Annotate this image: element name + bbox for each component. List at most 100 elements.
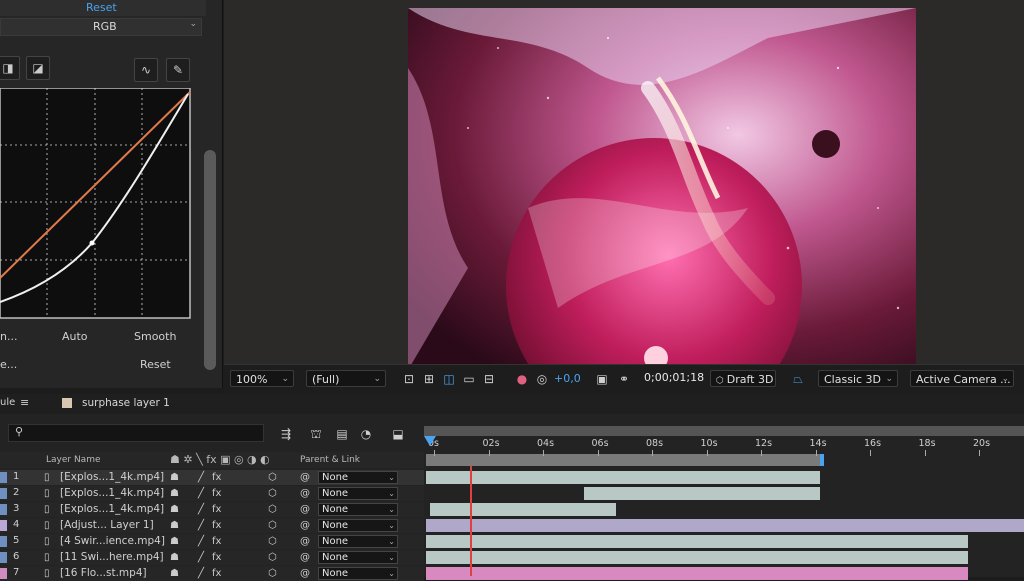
layer-name[interactable]: [Adjust... Layer 1] — [60, 519, 154, 531]
color-channel-icon[interactable]: ● — [514, 371, 530, 387]
pick-whip-icon[interactable]: @ — [300, 568, 310, 579]
parent-link-column-header[interactable]: Parent & Link — [300, 455, 360, 465]
work-area-range[interactable] — [426, 454, 822, 466]
quality-icon[interactable]: ╱ — [198, 488, 204, 499]
pick-whip-icon[interactable]: @ — [300, 472, 310, 483]
mask-visibility-icon[interactable]: ◫ — [441, 371, 457, 387]
layer-label-color[interactable] — [0, 488, 7, 499]
pencil-icon[interactable]: ✎ — [166, 58, 190, 82]
safe-margins-icon[interactable]: ⊟ — [481, 371, 497, 387]
layer-label-color[interactable] — [0, 504, 7, 515]
layer-duration-bar[interactable] — [430, 503, 616, 516]
effects-fx-icon[interactable]: fx — [212, 472, 221, 483]
parent-dropdown[interactable]: None ⌄ — [318, 535, 398, 548]
histogram-icon[interactable]: ◪ — [26, 56, 50, 80]
quality-icon[interactable]: ╱ — [198, 520, 204, 531]
curves-graph[interactable] — [0, 88, 194, 320]
effects-fx-icon[interactable]: fx — [212, 488, 221, 499]
exposure-reset-icon[interactable]: ◎ — [534, 371, 550, 387]
layer-name-column-header[interactable]: Layer Name — [46, 455, 101, 465]
snapshot-camera-icon[interactable]: ▣ — [594, 371, 610, 387]
draft-3d-toggle-icon[interactable]: ⛫ — [308, 426, 324, 442]
layer-row[interactable]: 7 ▯ [16 Flo...st.mp4] ☗ ╱ fx ⬡ @ None ⌄ — [0, 566, 424, 581]
layer-label-color[interactable] — [0, 520, 7, 531]
layer-name[interactable]: [4 Swir...ience.mp4] — [60, 535, 165, 547]
effects-fx-icon[interactable]: fx — [212, 520, 221, 531]
pick-whip-icon[interactable]: @ — [300, 504, 310, 515]
layer-duration-bar[interactable] — [426, 535, 968, 548]
effects-fx-icon[interactable]: fx — [212, 536, 221, 547]
transparency-grid-icon[interactable]: ⊞ — [421, 371, 437, 387]
renderer-button[interactable]: ⬡ Draft 3D — [710, 370, 776, 387]
layer-duration-bar[interactable] — [426, 551, 968, 564]
3d-layer-icon[interactable]: ⬡ — [268, 536, 277, 547]
channel-dropdown[interactable]: RGB ⌄ — [0, 18, 202, 36]
layer-row[interactable]: 5 ▯ [4 Swir...ience.mp4] ☗ ╱ fx ⬡ @ None ⌄ — [0, 534, 424, 549]
quality-icon[interactable]: ╱ — [198, 504, 204, 515]
auto-button[interactable]: Auto — [62, 330, 88, 343]
layer-row[interactable]: 3 ▯ [Explos...1_4k.mp4] ☗ ╱ fx ⬡ @ None ⌄ — [0, 502, 424, 517]
layer-name[interactable]: [Explos...1_4k.mp4] — [60, 471, 164, 483]
layer-row[interactable]: 2 ▯ [Explos...1_4k.mp4] ☗ ╱ fx ⬡ @ None ⌄ — [0, 486, 424, 501]
layer-duration-bar[interactable] — [426, 567, 968, 580]
effects-scrollbar[interactable] — [204, 150, 216, 370]
frame-blending-icon[interactable]: ◔ — [358, 426, 374, 442]
region-of-interest-icon[interactable]: ⊡ — [401, 371, 417, 387]
shy-icon[interactable]: ☗ — [170, 536, 179, 547]
show-snapshot-icon[interactable]: ⚭ — [616, 371, 632, 387]
work-area-bar[interactable] — [424, 426, 1024, 436]
playhead-line[interactable] — [470, 466, 472, 576]
comp-mini-flowchart-icon[interactable]: ⇶ — [278, 426, 294, 442]
quality-icon[interactable]: ╱ — [198, 536, 204, 547]
layer-search-input[interactable]: ⚲ — [8, 424, 264, 442]
curves-reset-link[interactable]: Reset — [86, 1, 117, 14]
quality-icon[interactable]: ╱ — [198, 552, 204, 563]
layer-duration-bar[interactable] — [426, 519, 1024, 532]
3d-layer-icon[interactable]: ⬡ — [268, 568, 277, 579]
composition-frame[interactable] — [408, 8, 916, 370]
3d-layer-icon[interactable]: ⬡ — [268, 552, 277, 563]
quality-icon[interactable]: ╱ — [198, 472, 204, 483]
zoom-dropdown[interactable]: 100% ⌄ — [230, 370, 294, 387]
resolution-dropdown[interactable]: (Full) ⌄ — [306, 370, 386, 387]
layer-duration-bar[interactable] — [584, 487, 820, 500]
parent-dropdown[interactable]: None ⌄ — [318, 487, 398, 500]
bezier-curve-icon[interactable]: ∿ — [134, 58, 158, 82]
layer-name[interactable]: [Explos...1_4k.mp4] — [60, 487, 164, 499]
shy-icon[interactable]: ☗ — [170, 472, 179, 483]
curve-mode-icon[interactable]: ◨ — [0, 56, 20, 80]
pick-whip-icon[interactable]: @ — [300, 520, 310, 531]
layer-label-color[interactable] — [0, 552, 7, 563]
playhead-handle[interactable] — [424, 436, 436, 446]
shy-layers-icon[interactable]: ▤ — [334, 426, 350, 442]
layer-row[interactable]: 4 ▯ [Adjust... Layer 1] ☗ ╱ fx ⬡ @ None ⌄ — [0, 518, 424, 533]
shy-icon[interactable]: ☗ — [170, 520, 179, 531]
layer-name[interactable]: [Explos...1_4k.mp4] — [60, 503, 164, 515]
pick-whip-icon[interactable]: @ — [300, 488, 310, 499]
layer-label-color[interactable] — [0, 568, 7, 579]
quality-icon[interactable]: ╱ — [198, 568, 204, 579]
current-time-display[interactable]: 0;00;01;18 — [644, 371, 704, 384]
curves-reset-button[interactable]: Reset — [140, 358, 171, 371]
schedule-tab-label[interactable]: ule — [0, 397, 15, 408]
layer-duration-bar[interactable] — [426, 471, 820, 484]
effects-fx-icon[interactable]: fx — [212, 568, 221, 579]
comp-tab-surphase-layer-1[interactable]: surphase layer 1 — [82, 397, 170, 409]
shy-icon[interactable]: ☗ — [170, 504, 179, 515]
3d-layer-icon[interactable]: ⬡ — [268, 488, 277, 499]
effects-fx-icon[interactable]: fx — [212, 552, 221, 563]
layer-label-color[interactable] — [0, 536, 7, 547]
parent-dropdown[interactable]: None ⌄ — [318, 471, 398, 484]
camera-dropdown[interactable]: Active Camera ... ⌄ — [910, 370, 1014, 387]
3d-layer-icon[interactable]: ⬡ — [268, 520, 277, 531]
layer-row[interactable]: 6 ▯ [11 Swi...here.mp4] ☗ ╱ fx ⬡ @ None ⌄ — [0, 550, 424, 565]
layer-row[interactable]: 1 ▯ [Explos...1_4k.mp4] ☗ ╱ fx ⬡ @ None ⌄ — [0, 470, 424, 485]
shy-icon[interactable]: ☗ — [170, 488, 179, 499]
layer-name[interactable]: [11 Swi...here.mp4] — [60, 551, 164, 563]
hamburger-menu-icon[interactable]: ≡ — [20, 396, 29, 409]
parent-dropdown[interactable]: None ⌄ — [318, 551, 398, 564]
pick-whip-icon[interactable]: @ — [300, 552, 310, 563]
work-area-end-handle[interactable] — [820, 454, 824, 466]
3d-layer-icon[interactable]: ⬡ — [268, 472, 277, 483]
parent-dropdown[interactable]: None ⌄ — [318, 519, 398, 532]
